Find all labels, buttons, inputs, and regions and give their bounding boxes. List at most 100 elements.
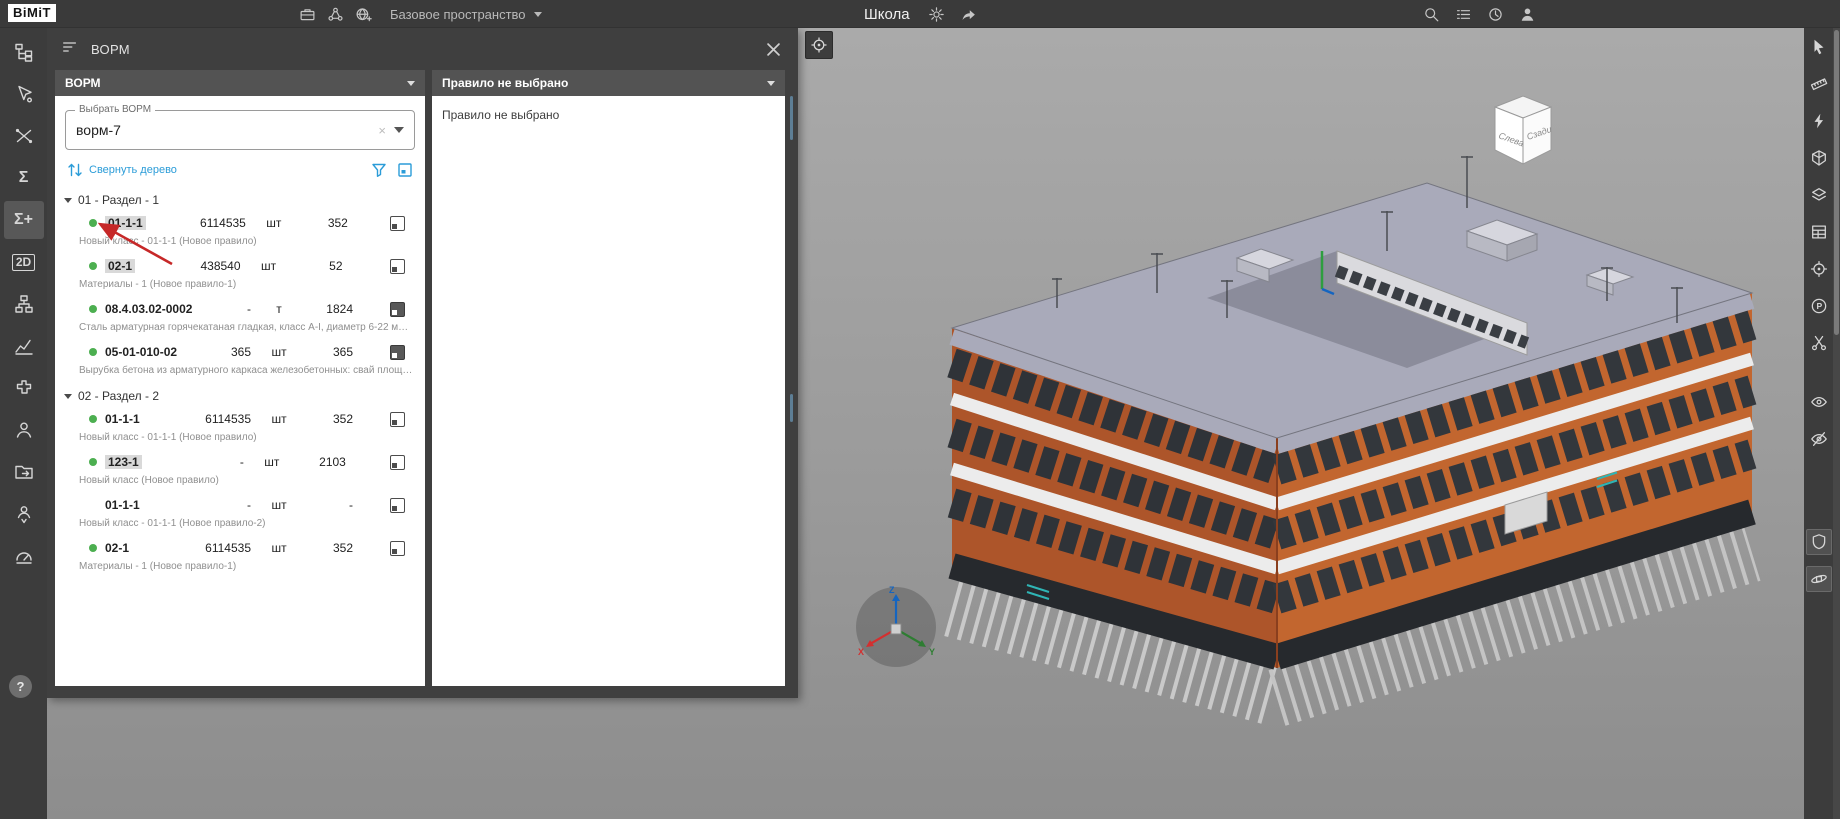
- select-tool-button[interactable]: [4, 75, 44, 113]
- select-window-icon[interactable]: [397, 162, 413, 178]
- status-dot: [89, 305, 97, 313]
- plugins-button[interactable]: [4, 369, 44, 407]
- status-dot: [89, 348, 97, 356]
- rule-link-icon[interactable]: [390, 301, 405, 317]
- sum-plus-button[interactable]: Σ+: [3, 201, 44, 239]
- vorm-panel: ВОРМ Выбрать ВОРМ ворм-7 × Свернуть дере…: [55, 70, 425, 686]
- status-dot: [89, 458, 97, 466]
- tree-section-header[interactable]: 02 - Раздел - 2: [55, 384, 425, 408]
- rule-link-icon[interactable]: [390, 258, 405, 274]
- app-scrollbar-thumb[interactable]: [1834, 30, 1839, 335]
- cursor-tool-button[interactable]: [1806, 34, 1832, 60]
- model-tree-button[interactable]: [4, 33, 44, 71]
- account-icon[interactable]: [1516, 5, 1538, 23]
- vorm-section-header[interactable]: ВОРМ: [55, 70, 425, 96]
- dashboard-gauge-button[interactable]: [4, 537, 44, 575]
- tree-item[interactable]: 05-01-010-02 365 шт 365 Вырубка бетона и…: [55, 341, 425, 378]
- axis-x-label: X: [858, 647, 864, 657]
- team-icon[interactable]: [324, 5, 346, 23]
- vorm-window-header: ВОРМ: [47, 28, 798, 70]
- item-subtitle: Новый класс - 01-1-1 (Новое правило): [79, 432, 257, 443]
- chevron-down-icon: [533, 11, 542, 17]
- collapse-tree-icon[interactable]: [67, 162, 83, 178]
- tree-section-header[interactable]: 01 - Раздел - 1: [55, 188, 425, 212]
- parking-button[interactable]: P: [1806, 293, 1832, 319]
- tree-toolbar: Свернуть дерево: [55, 154, 425, 186]
- list-icon[interactable]: [1452, 5, 1474, 23]
- item-subtitle: Новый класс (Новое правило): [79, 475, 219, 486]
- status-dot: [89, 415, 97, 423]
- section-cut-button[interactable]: [1806, 330, 1832, 356]
- axis-y-label: Y: [929, 647, 935, 657]
- close-icon[interactable]: [762, 38, 784, 60]
- rule-panel: Правило не выбрано Правило не выбрано: [432, 70, 785, 686]
- tree-item[interactable]: 01-1-1 6114535 шт 352 Новый класс - 01-1…: [55, 212, 425, 249]
- toolbox-icon[interactable]: [296, 5, 318, 23]
- connections-button[interactable]: [4, 117, 44, 155]
- rule-link-icon[interactable]: [390, 344, 405, 360]
- vorm-window: ВОРМ ВОРМ Выбрать ВОРМ ворм-7 × Свернуть…: [47, 28, 798, 698]
- item-code: 01-1-1: [105, 216, 146, 230]
- section-box-button[interactable]: [1806, 145, 1832, 171]
- share-icon[interactable]: [957, 5, 979, 23]
- globe-add-icon[interactable]: [352, 5, 374, 23]
- view-cube[interactable]: Слева Сзади: [1484, 88, 1562, 172]
- rule-link-icon[interactable]: [390, 215, 405, 231]
- panel-scrollbar[interactable]: [790, 96, 793, 140]
- chevron-down-icon: [64, 197, 72, 203]
- layers-button[interactable]: [1806, 182, 1832, 208]
- item-code: 01-1-1: [105, 412, 140, 426]
- collapse-tree-link[interactable]: Свернуть дерево: [89, 164, 177, 176]
- table-button[interactable]: [1806, 219, 1832, 245]
- tree-item[interactable]: 123-1 - шт 2103 Новый класс (Новое прави…: [55, 451, 425, 488]
- hide-button[interactable]: [1806, 426, 1832, 452]
- chevron-down-icon: [767, 80, 775, 86]
- tree-item[interactable]: 01-1-1 6114535 шт 352 Новый класс - 01-1…: [55, 408, 425, 445]
- svg-text:P: P: [1816, 301, 1822, 311]
- tree-item[interactable]: 02-1 438540 шт 52 Материалы - 1 (Новое п…: [55, 255, 425, 292]
- drag-menu-icon[interactable]: [61, 38, 79, 61]
- visibility-button[interactable]: [1806, 389, 1832, 415]
- user-location-button[interactable]: [4, 495, 44, 533]
- tree-item[interactable]: 08.4.03.02-0002 - т 1824 Сталь арматурна…: [55, 298, 425, 335]
- clear-icon[interactable]: ×: [370, 123, 394, 138]
- item-code: 02-1: [105, 259, 136, 273]
- help-button[interactable]: ?: [9, 675, 32, 698]
- viewport-focus-button[interactable]: [805, 31, 833, 59]
- tree-item[interactable]: 01-1-1 - шт - Новый класс - 01-1-1 (Ново…: [55, 494, 425, 531]
- rule-link-icon[interactable]: [390, 411, 405, 427]
- window-title: ВОРМ: [91, 41, 130, 57]
- graph-button[interactable]: [4, 327, 44, 365]
- navigation-gyro[interactable]: Z X Y: [853, 582, 939, 668]
- structure-button[interactable]: [4, 285, 44, 323]
- settings-gear-icon[interactable]: [925, 5, 947, 23]
- history-icon[interactable]: [1484, 5, 1506, 23]
- item-subtitle: Сталь арматурная горячекатаная гладкая, …: [79, 322, 415, 333]
- sum-button[interactable]: Σ: [4, 159, 44, 197]
- tree-item[interactable]: 02-1 6114535 шт 352 Материалы - 1 (Новое…: [55, 537, 425, 574]
- view-2d-button[interactable]: 2D: [4, 243, 44, 281]
- orbit-3d-button[interactable]: [1805, 566, 1832, 592]
- rule-link-icon[interactable]: [390, 540, 405, 556]
- rule-link-icon[interactable]: [390, 497, 405, 513]
- filter-icon[interactable]: [371, 162, 387, 178]
- panel-scrollbar[interactable]: [790, 394, 793, 422]
- vorm-tree: 01 - Раздел - 1 01-1-1 6114535 шт 352 Но…: [55, 186, 425, 686]
- status-dot: [89, 219, 97, 227]
- focus-target-button[interactable]: [1806, 256, 1832, 282]
- shared-folder-button[interactable]: [4, 453, 44, 491]
- item-code: 05-01-010-02: [105, 345, 178, 359]
- workspace-select[interactable]: Базовое пространство: [390, 0, 542, 28]
- rule-link-icon[interactable]: [389, 454, 405, 470]
- quick-actions-button[interactable]: [1806, 108, 1832, 134]
- measure-button[interactable]: [1806, 71, 1832, 97]
- item-subtitle: Материалы - 1 (Новое правило-1): [79, 561, 237, 572]
- rule-section-header[interactable]: Правило не выбрано: [432, 70, 785, 96]
- app-scrollbar-track[interactable]: [1833, 28, 1840, 819]
- item-code: 123-1: [105, 455, 142, 469]
- chevron-down-icon[interactable]: [394, 127, 404, 133]
- shield-button[interactable]: [1805, 529, 1832, 555]
- vorm-select[interactable]: Выбрать ВОРМ ворм-7 ×: [65, 104, 415, 150]
- search-icon[interactable]: [1420, 5, 1442, 23]
- user-button[interactable]: [4, 411, 44, 449]
